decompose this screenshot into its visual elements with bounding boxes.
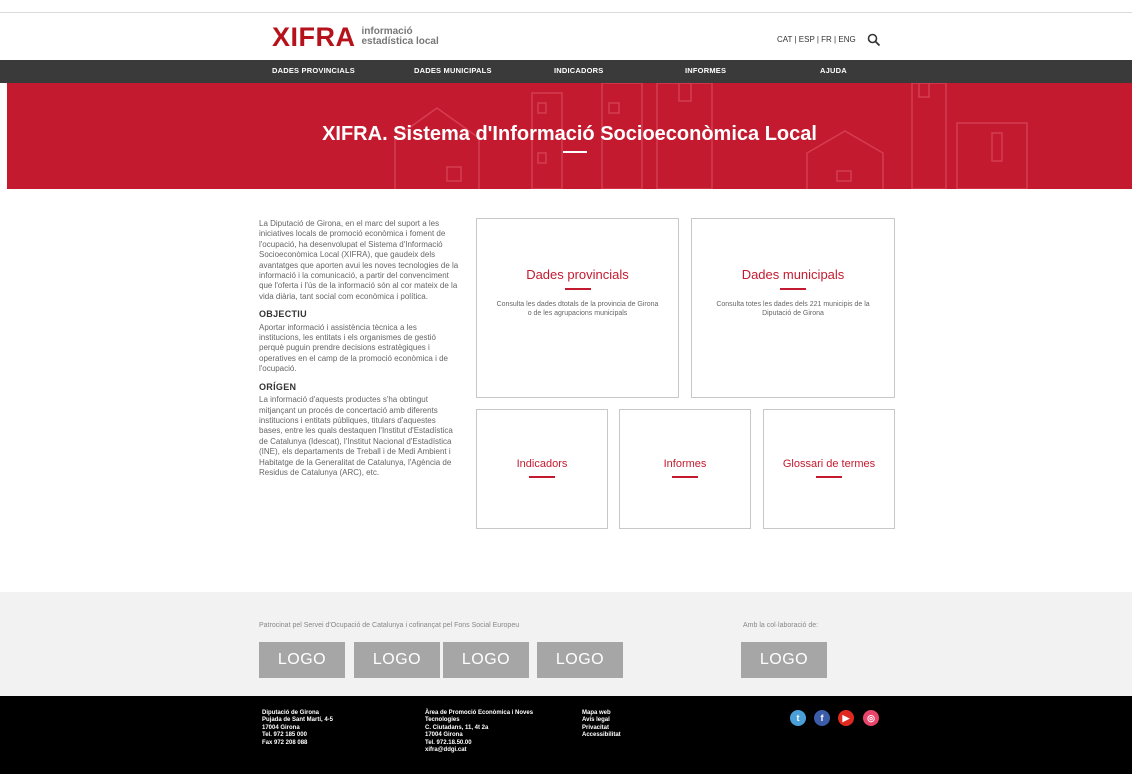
- card-underline: [672, 476, 698, 478]
- footer-link-accessibilitat[interactable]: Accessibilitat: [582, 732, 621, 739]
- card-dades-provincials[interactable]: Dades provincials Consulta les dades dto…: [476, 218, 679, 398]
- card-dades-municipals[interactable]: Dades municipals Consulta totes les dade…: [691, 218, 895, 398]
- hero-banner: XIFRA. Sistema d'Informació Socioeconòmi…: [7, 83, 1132, 189]
- intro-paragraph: La Diputació de Girona, en el marc del s…: [259, 219, 459, 301]
- origen-paragraph: La informació d'aquests productes s'ha o…: [259, 395, 453, 477]
- footer-link-avis-legal[interactable]: Avís legal: [582, 717, 621, 724]
- footer-contact-diputacio: Diputació de Girona Pujada de Sant Martí…: [262, 710, 333, 747]
- card-title: Dades provincials: [526, 267, 629, 282]
- footer-line: Tel. 972 185 000: [262, 732, 307, 739]
- facebook-icon[interactable]: f: [814, 710, 830, 726]
- twitter-icon[interactable]: t: [790, 710, 806, 726]
- footer-line: Tecnologies: [425, 717, 460, 724]
- card-indicadors[interactable]: Indicadors: [476, 409, 608, 529]
- sponsors-section: Patrocinat pel Servei d'Ocupació de Cata…: [0, 592, 1132, 696]
- sponsor-logo-4[interactable]: LOGO: [537, 642, 623, 678]
- site-header: XIFRA informació estadística local CAT |…: [0, 13, 1132, 60]
- instagram-glyph: ◎: [867, 713, 875, 723]
- search-icon[interactable]: [867, 33, 881, 47]
- footer-line: Diputació de Girona: [262, 710, 320, 716]
- card-title: Glossari de termes: [782, 458, 876, 470]
- card-title: Informes: [663, 458, 707, 470]
- footer-link-mapa-web[interactable]: Mapa web: [582, 710, 621, 717]
- collaborator-logo[interactable]: LOGO: [741, 642, 827, 678]
- origen-heading: ORÍGEN: [259, 381, 297, 392]
- youtube-glyph: ▶: [842, 713, 850, 723]
- footer-contact-area: Àrea de Promoció Econòmica i Noves Tecno…: [425, 710, 533, 754]
- footer-email-link[interactable]: xifra@ddgi.cat: [425, 747, 533, 754]
- logo-sub-line-2: estadística local: [361, 36, 439, 47]
- sponsor-logo-1[interactable]: LOGO: [259, 642, 345, 678]
- card-underline: [529, 476, 555, 478]
- nav-item-dades-municipals[interactable]: DADES MUNICIPALS: [414, 66, 492, 75]
- footer-line: C. Ciutadans, 11, 4t 2a: [425, 724, 489, 731]
- footer-link-privacitat[interactable]: Privacitat: [582, 725, 621, 732]
- footer-line: Pujada de Sant Martí, 4-5: [262, 717, 334, 724]
- sponsors-left-text: Patrocinat pel Servei d'Ocupació de Cata…: [259, 622, 520, 629]
- hero-title-underline: [563, 151, 587, 153]
- sponsor-logo-2[interactable]: LOGO: [354, 642, 440, 678]
- footer-line: Fax 972 208 088: [262, 739, 308, 746]
- twitter-glyph: t: [796, 713, 800, 723]
- youtube-icon[interactable]: ▶: [838, 710, 854, 726]
- site-logo[interactable]: XIFRA informació estadística local: [272, 22, 439, 52]
- card-title: Indicadors: [516, 458, 568, 470]
- objectiu-paragraph: Aportar informació i assistència tècnica…: [259, 322, 448, 374]
- footer-line: 17004 Girona: [425, 732, 463, 739]
- intro-text-column: La Diputació de Girona, en el marc del s…: [259, 219, 460, 478]
- nav-item-ajuda[interactable]: AJUDA: [820, 66, 847, 75]
- main-nav: DADES PROVINCIALS DADES MUNICIPALS INDIC…: [0, 60, 1132, 83]
- instagram-icon[interactable]: ◎: [863, 710, 879, 726]
- site-footer: Diputació de Girona Pujada de Sant Martí…: [0, 696, 1132, 774]
- nav-item-indicadors[interactable]: INDICADORS: [554, 66, 604, 75]
- footer-line: Tel. 972.18.50.00: [425, 739, 472, 746]
- language-selector[interactable]: CAT | ESP | FR | ENG: [777, 35, 856, 44]
- facebook-glyph: f: [820, 713, 824, 723]
- card-informes[interactable]: Informes: [619, 409, 751, 529]
- sponsors-right-text: Amb la col·laboració de:: [743, 622, 819, 629]
- card-underline: [780, 288, 806, 290]
- card-underline: [564, 288, 591, 290]
- card-title: Dades municipals: [741, 267, 845, 282]
- card-glossari[interactable]: Glossari de termes: [763, 409, 895, 529]
- card-description: Consulta totes les dades dels 221 munici…: [716, 301, 870, 317]
- sponsor-logo-3[interactable]: LOGO: [443, 642, 529, 678]
- objectiu-heading: OBJECTIU: [259, 309, 307, 320]
- footer-line: 17004 Girona: [262, 724, 300, 731]
- footer-line: Àrea de Promoció Econòmica i Noves: [425, 710, 534, 716]
- card-underline: [816, 476, 842, 478]
- card-description: Consulta les dades dtotals de la provinc…: [496, 301, 659, 317]
- logo-sub-text: informació estadística local: [362, 27, 439, 47]
- nav-item-dades-provincials[interactable]: DADES PROVINCIALS: [272, 66, 355, 75]
- nav-item-informes[interactable]: INFORMES: [685, 66, 726, 75]
- hero-title: XIFRA. Sistema d'Informació Socioeconòmi…: [322, 123, 817, 145]
- logo-main-text: XIFRA: [272, 22, 356, 52]
- footer-links: Mapa web Avís legal Privacitat Accessibi…: [582, 710, 621, 740]
